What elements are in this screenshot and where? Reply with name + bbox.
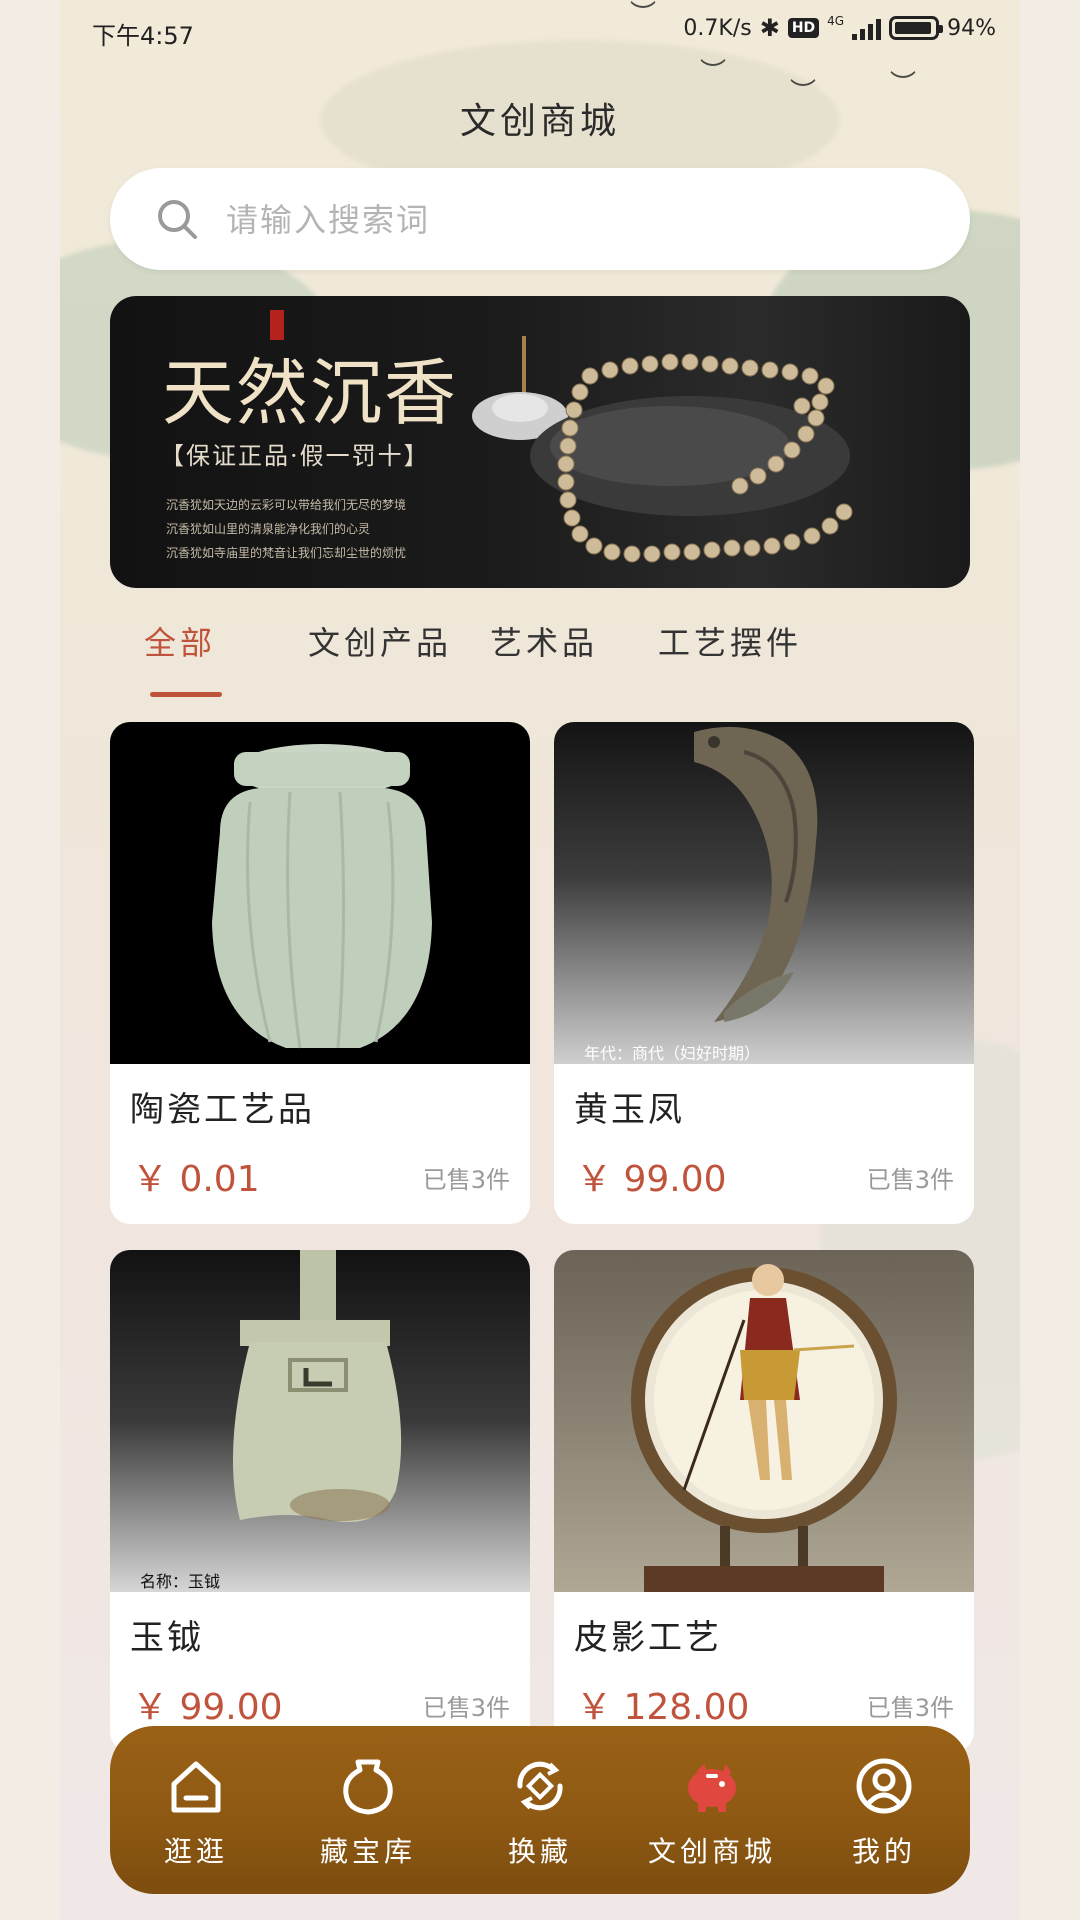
product-card[interactable]: 陶瓷工艺品 ￥ 0.01 已售3件 [110,722,530,1224]
product-name: 黄玉凤 [574,1090,685,1130]
product-price: ￥ 128.00 [576,1687,750,1728]
nav-label: 逛逛 [163,1835,228,1868]
nav-item-exchange[interactable]: 换藏 [454,1726,626,1894]
exchange-icon [517,1761,563,1811]
product-card[interactable]: 年代：商代（妇好时期） 黄玉凤 ￥ 99.00 已售3件 [554,722,974,1224]
battery-icon [889,16,944,40]
nav-item-browse[interactable]: 逛逛 [110,1726,282,1894]
product-price: ￥ 99.00 [132,1687,283,1728]
product-image [110,722,530,1064]
product-price: ￥ 0.01 [132,1159,260,1200]
search-icon [158,200,197,239]
product-image-caption: 名称：玉钺 [140,1572,221,1591]
product-image: 名称：玉钺 [110,1250,530,1592]
product-name: 皮影工艺 [574,1618,722,1658]
nav-item-mine[interactable]: 我的 [798,1726,970,1894]
nav-label: 换藏 [507,1835,572,1868]
nav-item-cultural-mall[interactable]: 文创商城 [626,1726,798,1894]
agarwood-beads-image [472,336,853,563]
product-sold-count: 已售3件 [422,1166,510,1194]
user-icon [856,1758,912,1814]
nav-item-treasury[interactable]: 藏宝库 [282,1726,454,1894]
network-type: 4G [827,14,845,28]
product-sold-count: 已售3件 [422,1694,510,1722]
search-bar[interactable] [110,168,970,270]
banner-subtitle: 【保证正品·假一罚十】 [160,442,430,470]
status-icons: 0.7K/s ✱ HD 4G 94% [683,14,996,42]
piggy-bank-icon [688,1764,736,1812]
page-title: 文创商城 [459,101,620,142]
tab-cultural-products[interactable]: 文创产品 [308,618,452,664]
product-sold-count: 已售3件 [866,1694,954,1722]
nav-label: 文创商城 [647,1835,776,1868]
banner-line: 沉香犹如天边的云彩可以带给我们无尽的梦境 [166,498,407,512]
vase-icon [343,1759,393,1815]
tab-artworks[interactable]: 艺术品 [490,618,598,664]
banner-title: 天然沉香 [162,351,459,435]
product-name: 陶瓷工艺品 [130,1090,315,1130]
app-screen: ︶ ︶ ︶ ︶ 下午4:57 0.7K/s ✱ HD 4G 94% 文创商城 天… [60,0,1020,1920]
product-image [554,1250,974,1592]
signal-icon [852,16,882,40]
tab-all[interactable]: 全部 [144,618,216,664]
status-time: 下午4:57 [92,22,194,50]
network-speed: 0.7K/s [683,15,752,41]
battery-percent: 94% [947,15,996,41]
promo-banner[interactable]: 天然沉香 【保证正品·假一罚十】 沉香犹如天边的云彩可以带给我们无尽的梦境 沉香… [110,296,970,588]
product-price: ￥ 99.00 [576,1159,727,1200]
tab-craft-ornaments[interactable]: 工艺摆件 [658,618,802,664]
product-image: 年代：商代（妇好时期） [554,722,974,1064]
shadow-puppet-lamp-image [631,1264,897,1592]
nav-label: 藏宝库 [319,1835,416,1868]
banner-line: 沉香犹如山里的清泉能净化我们的心灵 [166,522,371,536]
nav-label: 我的 [851,1835,916,1868]
home-icon [171,1761,221,1813]
product-card[interactable]: 名称：玉钺 玉钺 ￥ 99.00 已售3件 [110,1250,530,1752]
search-input[interactable] [224,194,928,246]
bluetooth-icon: ✱ [759,14,780,42]
active-tab-indicator [150,692,222,697]
product-name: 玉钺 [130,1618,204,1658]
product-image-caption: 年代：商代（妇好时期） [584,1044,761,1063]
jade-phoenix-image [694,726,818,1022]
banner-line: 沉香犹如寺庙里的梵音让我们忘却尘世的烦忧 [166,546,407,560]
celadon-jar-image [212,744,432,1049]
product-card[interactable]: 皮影工艺 ￥ 128.00 已售3件 [554,1250,974,1752]
status-bar: 下午4:57 0.7K/s ✱ HD 4G 94% [60,0,1020,64]
jade-axe-image [232,1250,402,1522]
category-tabs: 全部 文创产品 艺术品 工艺摆件 [110,618,970,698]
product-sold-count: 已售3件 [866,1166,954,1194]
hd-badge: HD [787,18,820,38]
bottom-navigation: 逛逛 藏宝库 换藏 文创商城 我的 [110,1726,970,1894]
